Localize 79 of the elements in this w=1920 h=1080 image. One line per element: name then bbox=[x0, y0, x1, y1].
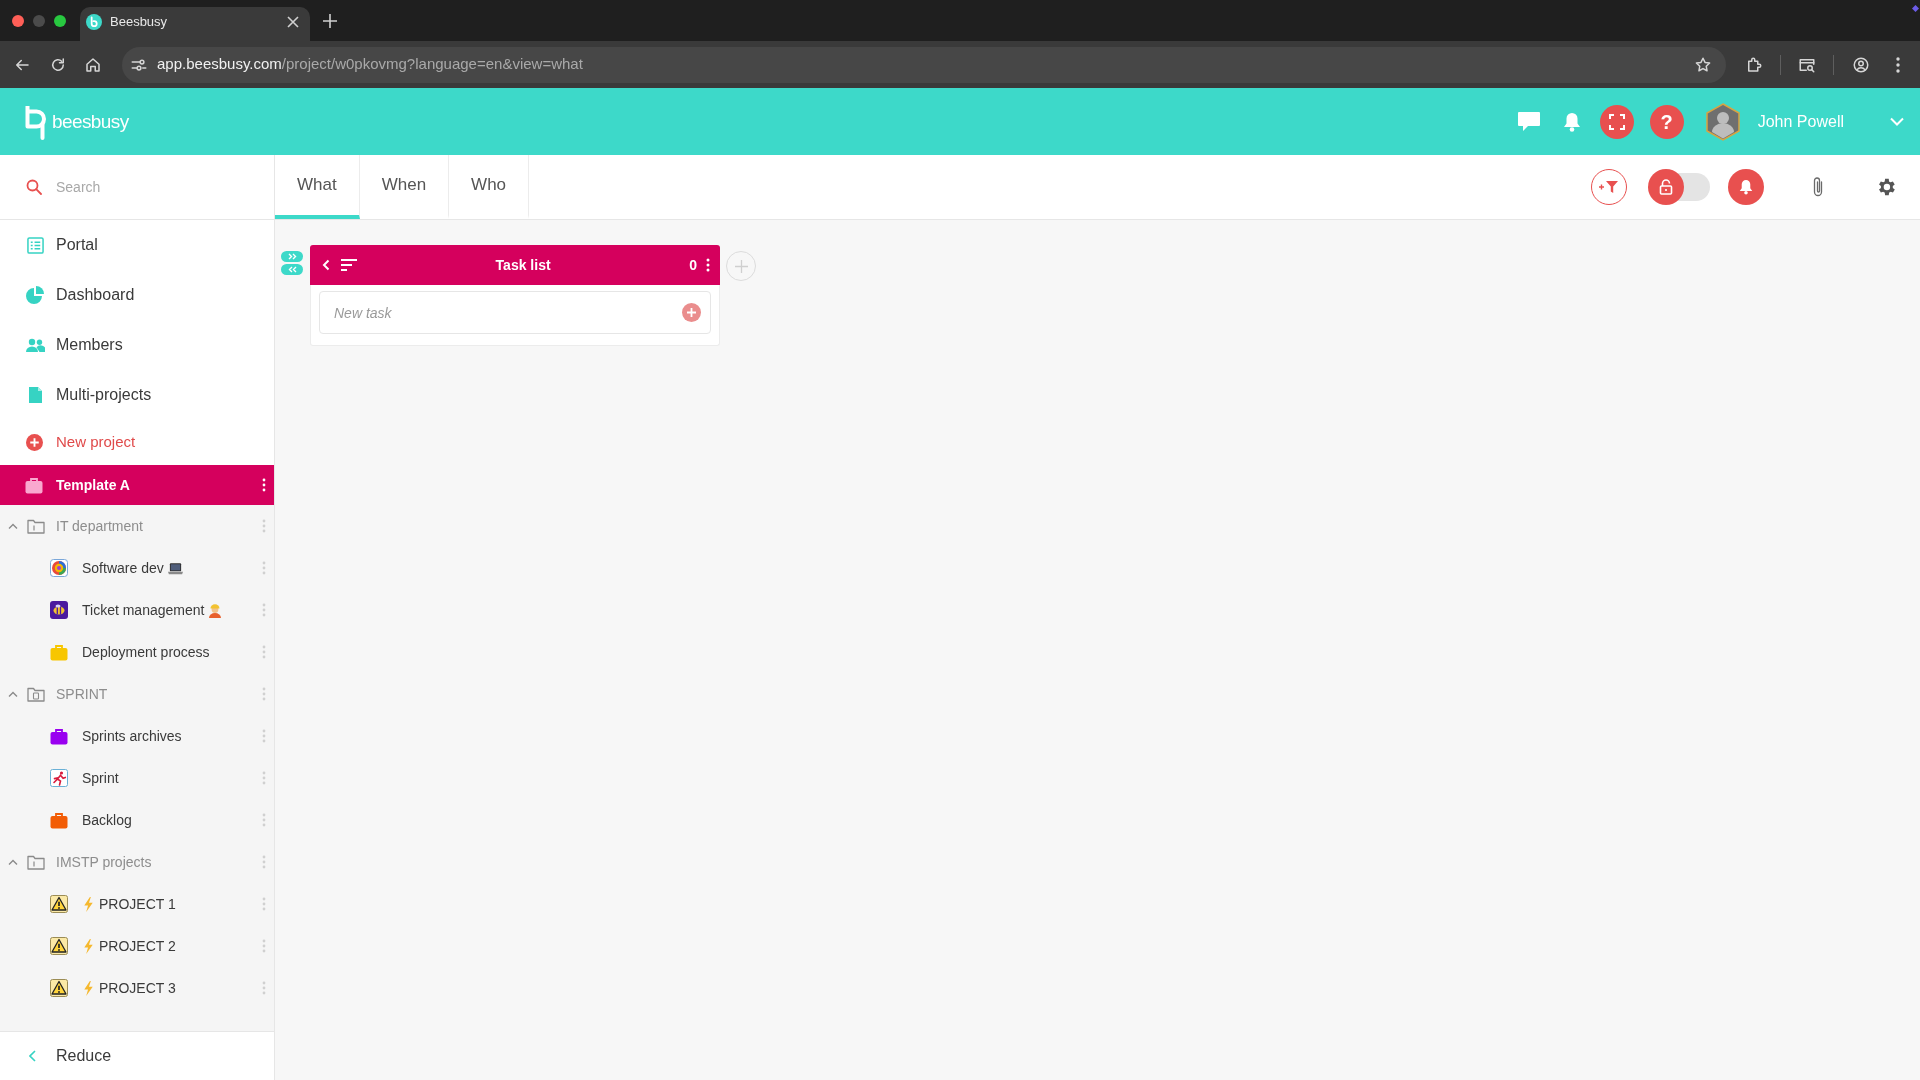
star-icon[interactable] bbox=[1694, 55, 1712, 74]
chevron-left-icon bbox=[29, 1050, 36, 1062]
column-title: Task list bbox=[495, 255, 551, 275]
padlock-icon bbox=[1659, 179, 1673, 195]
document-icon bbox=[27, 386, 43, 404]
warning-icon bbox=[50, 895, 68, 913]
double-chevron-right-icon bbox=[287, 253, 297, 260]
project-item[interactable]: Template A bbox=[0, 465, 274, 505]
search-icon bbox=[26, 179, 42, 195]
folder-icon bbox=[27, 854, 45, 870]
reload-icon[interactable] bbox=[49, 55, 67, 74]
plus-icon bbox=[687, 308, 696, 317]
warning-icon bbox=[50, 937, 68, 955]
close-icon[interactable] bbox=[287, 16, 299, 28]
avatar-icon[interactable] bbox=[1704, 102, 1741, 141]
chevron-up-icon[interactable] bbox=[8, 690, 18, 698]
chevron-up-icon[interactable] bbox=[8, 522, 18, 530]
profile-icon[interactable] bbox=[1852, 55, 1870, 74]
sort-icon[interactable] bbox=[341, 259, 357, 271]
new-project-button[interactable]: New project bbox=[0, 420, 274, 465]
close-window-button[interactable] bbox=[12, 14, 24, 27]
chevron-up-icon[interactable] bbox=[8, 858, 18, 866]
url-text: app.beesbusy.com/project/w0pkovmg?language=en&view=what bbox=[157, 54, 583, 75]
project-item[interactable]: Sprint bbox=[0, 757, 274, 799]
more-icon[interactable] bbox=[1896, 56, 1900, 73]
people-icon bbox=[25, 337, 45, 353]
task-count: 0 bbox=[689, 255, 697, 275]
project-item[interactable]: PROJECT 2 bbox=[0, 925, 274, 967]
notifications-button[interactable] bbox=[1728, 169, 1764, 205]
logo-icon bbox=[24, 103, 46, 140]
lightning-icon bbox=[84, 938, 93, 954]
add-circle-icon bbox=[26, 434, 43, 451]
project-item[interactable]: PROJECT 3 bbox=[0, 967, 274, 1009]
lock-toggle[interactable] bbox=[1648, 169, 1710, 205]
maximize-window-button[interactable] bbox=[54, 14, 66, 27]
worker-icon bbox=[208, 602, 223, 618]
pie-chart-icon bbox=[26, 286, 44, 304]
project-item[interactable]: Software dev bbox=[0, 547, 274, 589]
toggle-knob[interactable] bbox=[1648, 169, 1684, 205]
fullscreen-icon bbox=[1608, 113, 1625, 130]
logo-text: beesbusy bbox=[52, 112, 129, 131]
project-item[interactable]: Sprints archives bbox=[0, 715, 274, 757]
search-field[interactable]: Search bbox=[56, 176, 246, 198]
more-icon[interactable] bbox=[262, 478, 266, 492]
more-icon[interactable] bbox=[706, 258, 710, 272]
folder-icon bbox=[27, 518, 45, 534]
add-filter-icon bbox=[1599, 180, 1619, 194]
list-icon bbox=[26, 236, 44, 254]
bee-icon bbox=[50, 601, 68, 619]
home-icon[interactable] bbox=[84, 55, 102, 74]
project-item[interactable]: PROJECT 1 bbox=[0, 883, 274, 925]
laptop-icon bbox=[167, 561, 183, 575]
double-chevron-left-icon bbox=[287, 266, 297, 273]
view-tab[interactable]: When bbox=[359, 155, 450, 219]
extension-icon[interactable] bbox=[1745, 55, 1763, 74]
target-icon bbox=[50, 559, 68, 577]
minimize-window-button[interactable] bbox=[33, 14, 45, 27]
address-bar[interactable]: app.beesbusy.com/project/w0pkovmg?language=en&view=what bbox=[122, 46, 1726, 83]
fullscreen-button[interactable] bbox=[1599, 104, 1634, 139]
new-task-field[interactable]: New task bbox=[319, 291, 711, 334]
diamond-icon bbox=[1912, 5, 1919, 12]
add-filter-button[interactable] bbox=[1591, 169, 1627, 205]
plus-icon[interactable] bbox=[323, 13, 337, 28]
project-item[interactable]: Deployment process bbox=[0, 631, 274, 673]
view-tab[interactable]: Who bbox=[449, 155, 530, 219]
help-button[interactable]: ? bbox=[1649, 104, 1684, 139]
browser-tab[interactable]: Beesbusy bbox=[80, 7, 310, 41]
plus-icon bbox=[734, 259, 748, 273]
warning-icon bbox=[50, 979, 68, 997]
project-item[interactable]: Ticket management bbox=[0, 589, 274, 631]
favicon-icon bbox=[86, 14, 102, 30]
chevron-left-icon[interactable] bbox=[322, 259, 330, 271]
paperclip-icon[interactable] bbox=[1812, 176, 1824, 198]
folder-icon bbox=[27, 686, 45, 702]
lightning-icon bbox=[84, 896, 93, 912]
runner-icon bbox=[50, 769, 68, 787]
project-item[interactable]: Backlog bbox=[0, 799, 274, 841]
bell-icon bbox=[1739, 179, 1753, 195]
lightning-icon bbox=[84, 980, 93, 996]
